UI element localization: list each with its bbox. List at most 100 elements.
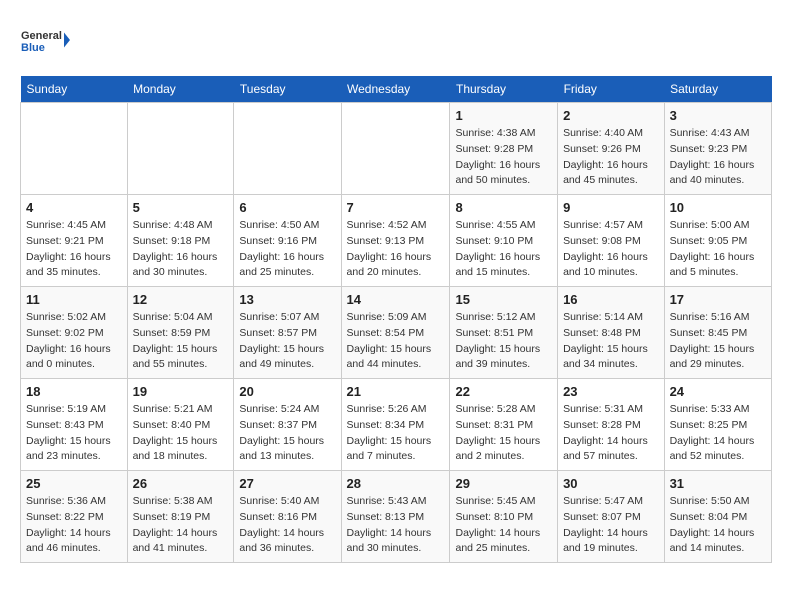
calendar-cell: 24 Sunrise: 5:33 AMSunset: 8:25 PMDayligh… — [664, 379, 771, 471]
calendar-cell: 14 Sunrise: 5:09 AMSunset: 8:54 PMDayligh… — [341, 287, 450, 379]
calendar-cell: 31Sunrise: 5:50 AMSunset: 8:04 PMDayligh… — [664, 471, 771, 563]
day-info: Sunrise: 5:12 AMSunset: 8:51 PMDaylight:… — [455, 310, 552, 373]
header-row: SundayMondayTuesdayWednesdayThursdayFrid… — [21, 76, 772, 103]
col-header-friday: Friday — [558, 76, 665, 103]
day-info: Sunrise: 5:45 AMSunset: 8:10 PMDaylight:… — [455, 494, 552, 557]
day-info: Sunrise: 4:45 AMSunset: 9:21 PMDaylight:… — [26, 218, 122, 281]
calendar-cell: 6 Sunrise: 4:50 AMSunset: 9:16 PMDaylight… — [234, 195, 341, 287]
day-info: Sunrise: 5:26 AMSunset: 8:34 PMDaylight:… — [347, 402, 445, 465]
day-number: 26 — [133, 476, 229, 491]
calendar-cell: 23 Sunrise: 5:31 AMSunset: 8:28 PMDayligh… — [558, 379, 665, 471]
day-info: Sunrise: 5:50 AMSunset: 8:04 PMDaylight:… — [670, 494, 766, 557]
day-number: 18 — [26, 384, 122, 399]
day-number: 3 — [670, 108, 766, 123]
day-number: 6 — [239, 200, 335, 215]
calendar-cell: 11 Sunrise: 5:02 AMSunset: 9:02 PMDayligh… — [21, 287, 128, 379]
day-number: 21 — [347, 384, 445, 399]
col-header-sunday: Sunday — [21, 76, 128, 103]
calendar-cell: 25 Sunrise: 5:36 AMSunset: 8:22 PMDayligh… — [21, 471, 128, 563]
col-header-wednesday: Wednesday — [341, 76, 450, 103]
day-number: 24 — [670, 384, 766, 399]
day-info: Sunrise: 5:36 AMSunset: 8:22 PMDaylight:… — [26, 494, 122, 557]
week-row-3: 18 Sunrise: 5:19 AMSunset: 8:43 PMDayligh… — [21, 379, 772, 471]
calendar-cell: 28 Sunrise: 5:43 AMSunset: 8:13 PMDayligh… — [341, 471, 450, 563]
calendar-cell — [21, 103, 128, 195]
calendar-cell: 15 Sunrise: 5:12 AMSunset: 8:51 PMDayligh… — [450, 287, 558, 379]
calendar-cell: 26 Sunrise: 5:38 AMSunset: 8:19 PMDayligh… — [127, 471, 234, 563]
day-info: Sunrise: 4:57 AMSunset: 9:08 PMDaylight:… — [563, 218, 659, 281]
day-number: 23 — [563, 384, 659, 399]
day-info: Sunrise: 4:48 AMSunset: 9:18 PMDaylight:… — [133, 218, 229, 281]
day-info: Sunrise: 5:24 AMSunset: 8:37 PMDaylight:… — [239, 402, 335, 465]
day-info: Sunrise: 5:07 AMSunset: 8:57 PMDaylight:… — [239, 310, 335, 373]
day-number: 8 — [455, 200, 552, 215]
day-info: Sunrise: 5:21 AMSunset: 8:40 PMDaylight:… — [133, 402, 229, 465]
calendar-cell: 2 Sunrise: 4:40 AMSunset: 9:26 PMDaylight… — [558, 103, 665, 195]
col-header-monday: Monday — [127, 76, 234, 103]
day-number: 11 — [26, 292, 122, 307]
calendar-cell: 5Sunrise: 4:48 AMSunset: 9:18 PMDaylight… — [127, 195, 234, 287]
week-row-4: 25 Sunrise: 5:36 AMSunset: 8:22 PMDayligh… — [21, 471, 772, 563]
day-number: 13 — [239, 292, 335, 307]
day-number: 29 — [455, 476, 552, 491]
calendar-cell: 22Sunrise: 5:28 AMSunset: 8:31 PMDayligh… — [450, 379, 558, 471]
day-info: Sunrise: 5:31 AMSunset: 8:28 PMDaylight:… — [563, 402, 659, 465]
day-info: Sunrise: 5:16 AMSunset: 8:45 PMDaylight:… — [670, 310, 766, 373]
calendar-cell: 12Sunrise: 5:04 AMSunset: 8:59 PMDayligh… — [127, 287, 234, 379]
calendar-table: SundayMondayTuesdayWednesdayThursdayFrid… — [20, 76, 772, 563]
calendar-cell: 21 Sunrise: 5:26 AMSunset: 8:34 PMDayligh… — [341, 379, 450, 471]
day-info: Sunrise: 5:38 AMSunset: 8:19 PMDaylight:… — [133, 494, 229, 557]
day-number: 17 — [670, 292, 766, 307]
calendar-cell — [127, 103, 234, 195]
day-info: Sunrise: 4:50 AMSunset: 9:16 PMDaylight:… — [239, 218, 335, 281]
calendar-cell: 17 Sunrise: 5:16 AMSunset: 8:45 PMDayligh… — [664, 287, 771, 379]
calendar-cell: 29 Sunrise: 5:45 AMSunset: 8:10 PMDayligh… — [450, 471, 558, 563]
day-info: Sunrise: 4:38 AMSunset: 9:28 PMDaylight:… — [455, 126, 552, 189]
day-info: Sunrise: 5:47 AMSunset: 8:07 PMDaylight:… — [563, 494, 659, 557]
calendar-cell: 19 Sunrise: 5:21 AMSunset: 8:40 PMDayligh… — [127, 379, 234, 471]
svg-text:General: General — [21, 30, 62, 42]
logo-svg: General Blue — [20, 20, 70, 60]
calendar-cell: 1 Sunrise: 4:38 AMSunset: 9:28 PMDaylight… — [450, 103, 558, 195]
header: General Blue — [20, 20, 772, 60]
week-row-0: 1 Sunrise: 4:38 AMSunset: 9:28 PMDaylight… — [21, 103, 772, 195]
calendar-cell: 9 Sunrise: 4:57 AMSunset: 9:08 PMDaylight… — [558, 195, 665, 287]
calendar-cell: 13 Sunrise: 5:07 AMSunset: 8:57 PMDayligh… — [234, 287, 341, 379]
day-info: Sunrise: 4:40 AMSunset: 9:26 PMDaylight:… — [563, 126, 659, 189]
calendar-cell: 30 Sunrise: 5:47 AMSunset: 8:07 PMDayligh… — [558, 471, 665, 563]
calendar-cell: 7Sunrise: 4:52 AMSunset: 9:13 PMDaylight… — [341, 195, 450, 287]
calendar-cell: 16 Sunrise: 5:14 AMSunset: 8:48 PMDayligh… — [558, 287, 665, 379]
day-number: 25 — [26, 476, 122, 491]
day-number: 27 — [239, 476, 335, 491]
calendar-cell: 10Sunrise: 5:00 AMSunset: 9:05 PMDayligh… — [664, 195, 771, 287]
page: General Blue SundayMondayTuesdayWednesda… — [0, 0, 792, 583]
day-info: Sunrise: 4:43 AMSunset: 9:23 PMDaylight:… — [670, 126, 766, 189]
day-number: 9 — [563, 200, 659, 215]
day-info: Sunrise: 5:19 AMSunset: 8:43 PMDaylight:… — [26, 402, 122, 465]
day-number: 30 — [563, 476, 659, 491]
calendar-cell: 8 Sunrise: 4:55 AMSunset: 9:10 PMDaylight… — [450, 195, 558, 287]
calendar-cell — [341, 103, 450, 195]
day-number: 15 — [455, 292, 552, 307]
day-number: 19 — [133, 384, 229, 399]
day-number: 16 — [563, 292, 659, 307]
day-info: Sunrise: 5:33 AMSunset: 8:25 PMDaylight:… — [670, 402, 766, 465]
day-number: 4 — [26, 200, 122, 215]
day-info: Sunrise: 5:02 AMSunset: 9:02 PMDaylight:… — [26, 310, 122, 373]
day-info: Sunrise: 5:43 AMSunset: 8:13 PMDaylight:… — [347, 494, 445, 557]
day-number: 28 — [347, 476, 445, 491]
week-row-2: 11 Sunrise: 5:02 AMSunset: 9:02 PMDayligh… — [21, 287, 772, 379]
day-number: 12 — [133, 292, 229, 307]
day-info: Sunrise: 5:09 AMSunset: 8:54 PMDaylight:… — [347, 310, 445, 373]
day-number: 2 — [563, 108, 659, 123]
calendar-cell: 20Sunrise: 5:24 AMSunset: 8:37 PMDayligh… — [234, 379, 341, 471]
calendar-cell: 3 Sunrise: 4:43 AMSunset: 9:23 PMDaylight… — [664, 103, 771, 195]
col-header-tuesday: Tuesday — [234, 76, 341, 103]
day-number: 14 — [347, 292, 445, 307]
day-info: Sunrise: 4:55 AMSunset: 9:10 PMDaylight:… — [455, 218, 552, 281]
calendar-cell: 4 Sunrise: 4:45 AMSunset: 9:21 PMDaylight… — [21, 195, 128, 287]
day-info: Sunrise: 5:14 AMSunset: 8:48 PMDaylight:… — [563, 310, 659, 373]
svg-text:Blue: Blue — [21, 42, 45, 54]
day-number: 1 — [455, 108, 552, 123]
day-info: Sunrise: 4:52 AMSunset: 9:13 PMDaylight:… — [347, 218, 445, 281]
